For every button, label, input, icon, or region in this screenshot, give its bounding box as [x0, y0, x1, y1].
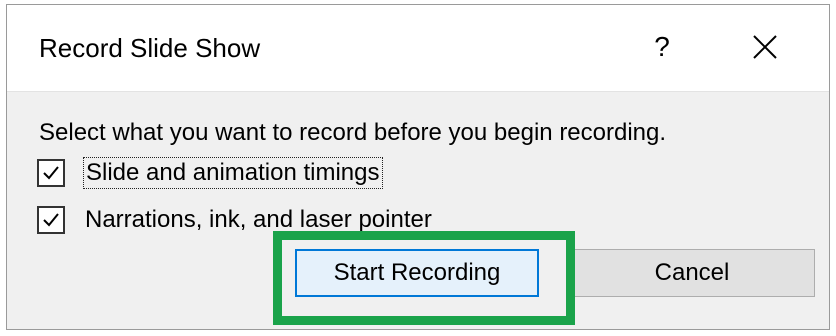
option-narrations[interactable]: Narrations, ink, and laser pointer: [37, 205, 434, 235]
slide-timings-checkbox[interactable]: [37, 159, 65, 187]
help-button[interactable]: ?: [647, 31, 677, 63]
narrations-checkbox[interactable]: [37, 206, 65, 234]
option-slide-timings[interactable]: Slide and animation timings: [37, 157, 383, 189]
cancel-button[interactable]: Cancel: [569, 249, 815, 297]
record-slide-show-dialog: Record Slide Show ? Select what you want…: [6, 4, 830, 330]
start-recording-button[interactable]: Start Recording: [295, 249, 539, 297]
close-icon: [753, 35, 777, 59]
checkmark-icon: [43, 213, 59, 227]
instruction-text: Select what you want to record before yo…: [39, 119, 667, 146]
title-bar: Record Slide Show ?: [7, 5, 829, 92]
checkmark-icon: [43, 166, 59, 180]
narrations-label: Narrations, ink, and laser pointer: [85, 206, 432, 233]
slide-timings-label: Slide and animation timings: [83, 157, 383, 189]
close-button[interactable]: [743, 27, 787, 67]
dialog-title: Record Slide Show: [39, 33, 261, 63]
